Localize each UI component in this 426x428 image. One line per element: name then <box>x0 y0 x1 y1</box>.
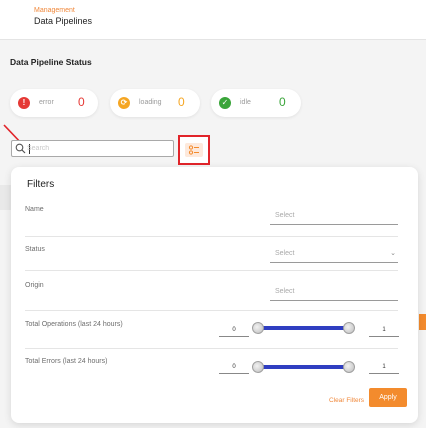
error-icon: ! <box>18 97 30 109</box>
breadcrumb-parent[interactable]: Management <box>34 7 75 14</box>
name-select-placeholder: Select <box>275 212 295 219</box>
row-divider <box>25 270 398 271</box>
status-card-idle[interactable]: ✓ idle 0 <box>211 89 301 117</box>
filter-toggle-button[interactable] <box>178 135 210 165</box>
status-card-error[interactable]: ! error 0 <box>10 89 98 117</box>
total-operations-slider-low-handle[interactable] <box>252 322 264 334</box>
status-section-title: Data Pipeline Status <box>10 57 92 67</box>
status-label: error <box>39 99 54 106</box>
search-input[interactable] <box>27 142 167 155</box>
check-icon: ✓ <box>219 97 231 109</box>
total-errors-slider-high-handle[interactable] <box>343 361 355 373</box>
name-select[interactable]: Select <box>270 210 398 225</box>
total-errors-slider-track[interactable] <box>258 365 350 369</box>
status-card-loading[interactable]: ⟳ loading 0 <box>110 89 200 117</box>
chevron-down-icon: ⌄ <box>390 250 396 257</box>
total-operations-slider-track[interactable] <box>258 326 350 330</box>
status-select-placeholder: Select <box>275 250 295 257</box>
search-box[interactable] <box>11 140 174 157</box>
status-label: loading <box>139 99 162 106</box>
total-operations-label: Total Operations (last 24 hours) <box>25 321 123 328</box>
origin-select[interactable]: Select <box>270 286 398 301</box>
background-accent <box>419 314 426 330</box>
search-icon <box>15 143 26 154</box>
background-strip <box>0 185 11 210</box>
row-divider <box>25 310 398 311</box>
total-operations-min-input[interactable]: 0 <box>219 325 249 337</box>
total-errors-max-input[interactable]: 1 <box>369 362 399 374</box>
status-count: 0 <box>279 95 286 109</box>
row-divider <box>25 348 398 349</box>
loading-icon: ⟳ <box>118 97 130 109</box>
total-errors-slider-low-handle[interactable] <box>252 361 264 373</box>
status-count: 0 <box>78 95 85 109</box>
origin-select-placeholder: Select <box>275 288 295 295</box>
clear-filters-link[interactable]: Clear Filters <box>329 397 364 404</box>
status-label: idle <box>240 99 251 106</box>
status-select[interactable]: Select ⌄ <box>270 248 398 263</box>
total-operations-max-input[interactable]: 1 <box>369 325 399 337</box>
filter-icon <box>185 143 203 157</box>
total-errors-min-input[interactable]: 0 <box>219 362 249 374</box>
origin-filter-label: Origin <box>25 282 44 289</box>
total-errors-label: Total Errors (last 24 hours) <box>25 358 108 365</box>
row-divider <box>25 236 398 237</box>
apply-button[interactable]: Apply <box>369 388 407 407</box>
status-count: 0 <box>178 95 185 109</box>
total-operations-slider-high-handle[interactable] <box>343 322 355 334</box>
page-title: Data Pipelines <box>34 16 93 26</box>
filters-title: Filters <box>27 179 55 190</box>
status-filter-label: Status <box>25 246 45 253</box>
name-filter-label: Name <box>25 206 44 213</box>
page-header: Management Data Pipelines <box>0 0 426 40</box>
